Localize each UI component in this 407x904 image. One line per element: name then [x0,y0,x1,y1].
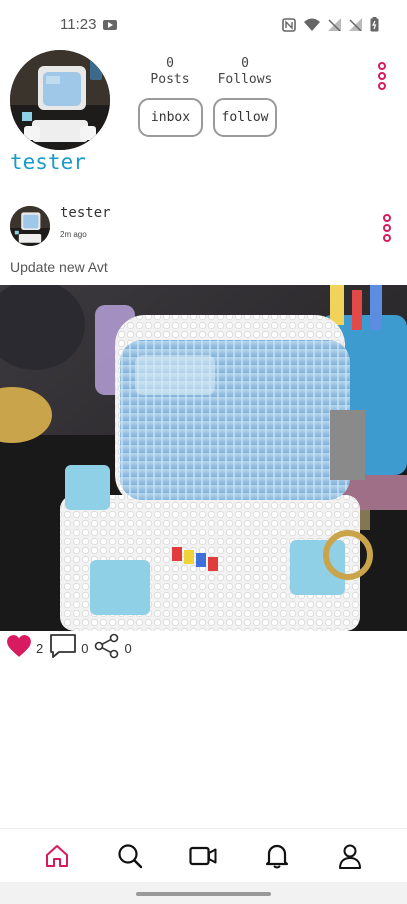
post-timestamp: 2m ago [60,230,87,239]
follow-button[interactable]: follow [213,98,277,137]
follows-count: 0 [241,56,249,71]
battery-icon [370,17,379,32]
post-actions: 2 0 0 [6,633,138,664]
search-icon [118,843,143,868]
youtube-icon [103,20,117,30]
bottom-nav [0,828,407,882]
status-bar: 11:23 [0,0,407,50]
follows-label: Follows [217,72,273,87]
avatar-image [10,206,50,246]
video-icon [189,846,217,865]
signal-1-icon [328,18,341,31]
wifi-icon [304,18,320,31]
status-time: 11:23 [60,16,97,33]
profile-avatar[interactable] [10,50,110,150]
follows-stat[interactable]: 0 Follows [210,56,280,88]
home-icon [45,844,68,867]
nav-home[interactable] [37,836,77,876]
bell-icon [265,844,288,868]
profile-icon [339,844,362,869]
profile-username: tester [10,150,86,174]
post-image[interactable] [0,285,407,631]
signal-2-icon [349,18,362,31]
share-count: 0 [124,640,132,656]
like-count: 2 [36,640,44,656]
profile-more-icon[interactable] [376,62,388,90]
nav-search[interactable] [110,836,150,876]
nav-profile[interactable] [330,836,370,876]
posts-stat[interactable]: 0 Posts [135,56,205,88]
lego-robot-photo [0,285,407,631]
gesture-handle[interactable] [136,892,271,896]
share-icon[interactable] [94,633,120,664]
post-author-name[interactable]: tester [60,205,111,221]
status-icons [282,17,379,32]
posts-count: 0 [166,56,174,71]
nav-video[interactable] [183,836,223,876]
inbox-button[interactable]: inbox [138,98,203,137]
post-caption: Update new Avt [10,259,108,275]
comment-count: 0 [81,640,89,656]
nfc-icon [282,17,296,32]
avatar-image [10,50,110,150]
comment-icon[interactable] [49,633,77,664]
post-more-icon[interactable] [381,214,393,242]
post-author-avatar[interactable] [10,206,50,246]
posts-label: Posts [150,72,190,87]
nav-notifications[interactable] [257,836,297,876]
heart-icon[interactable] [6,634,32,663]
